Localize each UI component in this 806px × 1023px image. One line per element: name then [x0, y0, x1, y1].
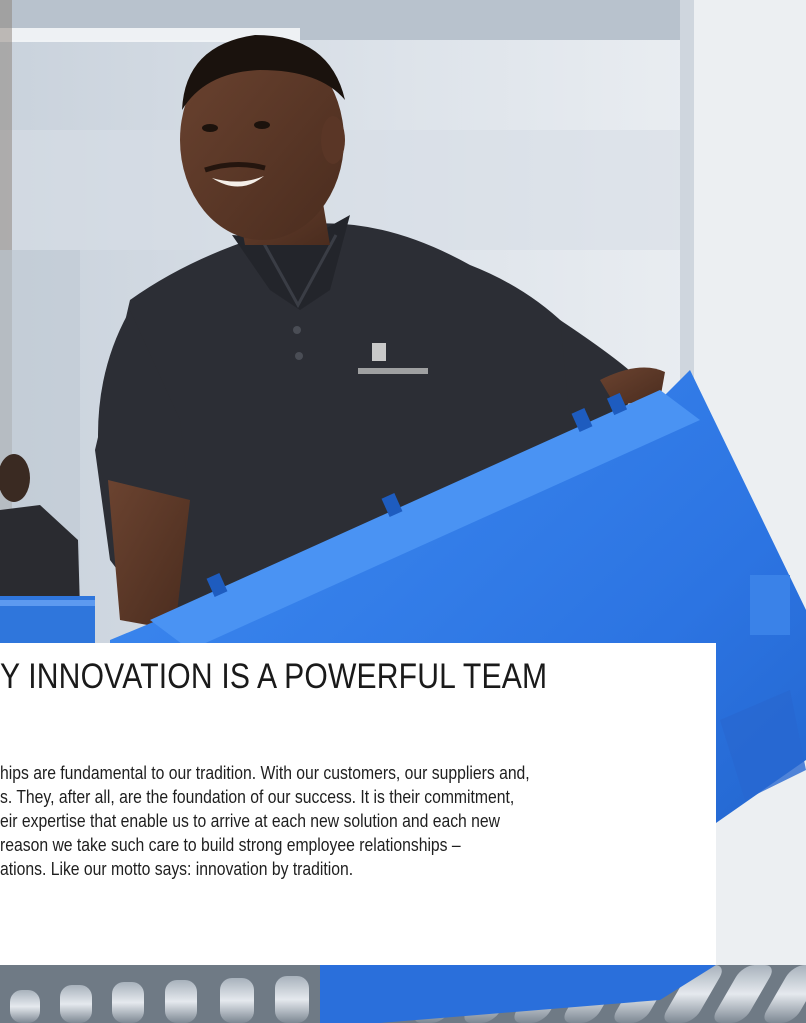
card-body-line: eir expertise that enable us to arrive a… [0, 810, 501, 831]
card-body-line: s. They, after all, are the foundation o… [0, 786, 515, 807]
card-title: Y INNOVATION IS A POWERFUL TEAM [0, 657, 548, 696]
page: Y INNOVATION IS A POWERFUL TEAM hips are… [0, 0, 806, 1023]
card-body-line: hips are fundamental to our tradition. W… [0, 762, 530, 783]
card-body-line: reason we take such care to build strong… [0, 834, 461, 855]
text-card: Y INNOVATION IS A POWERFUL TEAM hips are… [0, 643, 716, 965]
card-body: hips are fundamental to our tradition. W… [0, 761, 716, 881]
card-body-line: ations. Like our motto says: innovation … [0, 858, 354, 879]
